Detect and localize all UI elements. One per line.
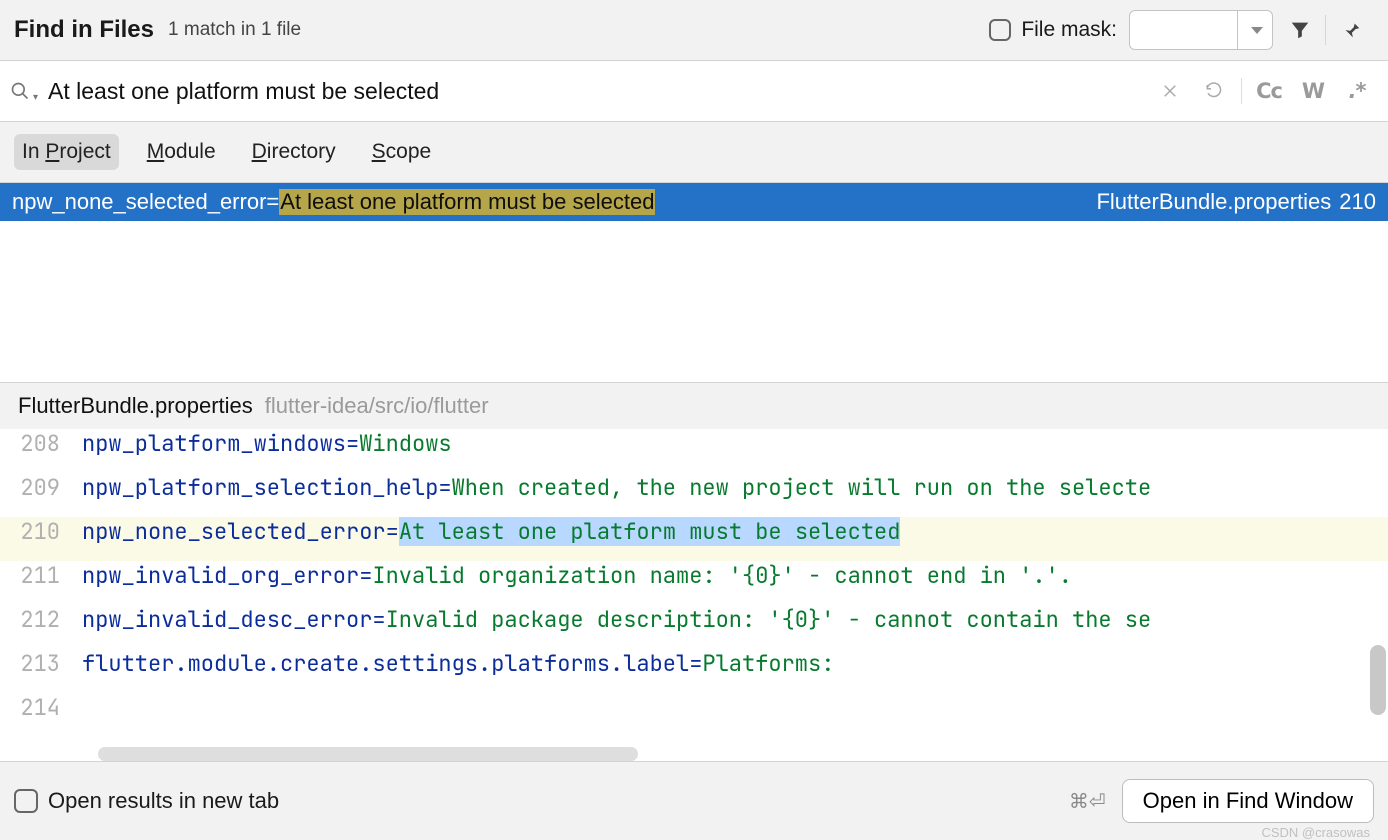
dialog-title: Find in Files (14, 16, 154, 44)
code-line[interactable]: 213flutter.module.create.settings.platfo… (0, 649, 1388, 693)
tab-in-project[interactable]: In Project (14, 134, 119, 170)
match-count: 1 match in 1 file (168, 19, 301, 41)
vertical-scrollbar[interactable] (1370, 645, 1386, 715)
code-content: npw_none_selected_error=At least one pla… (82, 517, 1388, 546)
preview-header: FlutterBundle.properties flutter-idea/sr… (0, 383, 1388, 429)
preview-file-name: FlutterBundle.properties (18, 393, 253, 419)
preview-file-path: flutter-idea/src/io/flutter (265, 393, 489, 419)
open-find-window-button[interactable]: Open in Find Window (1122, 779, 1374, 823)
file-mask-label: File mask: (1021, 18, 1117, 42)
result-eq: = (266, 189, 279, 215)
code-content: npw_platform_windows=Windows (82, 429, 1388, 458)
search-input[interactable] (40, 78, 1149, 105)
tab-module[interactable]: Module (139, 134, 224, 170)
search-row: ▾ Cc W .* (0, 61, 1388, 122)
footer-bar: Open results in new tab ⌘⏎ Open in Find … (0, 761, 1388, 840)
line-number: 213 (0, 649, 82, 678)
regex-button[interactable]: .* (1336, 73, 1378, 109)
results-list: npw_none_selected_error=At least one pla… (0, 183, 1388, 383)
result-key: npw_none_selected_error (12, 189, 266, 215)
result-row[interactable]: npw_none_selected_error=At least one pla… (0, 183, 1388, 221)
header-bar: Find in Files 1 match in 1 file File mas… (0, 0, 1388, 61)
code-content: npw_invalid_org_error=Invalid organizati… (82, 561, 1388, 590)
code-line[interactable]: 208npw_platform_windows=Windows (0, 429, 1388, 473)
code-line[interactable]: 209npw_platform_selection_help=When crea… (0, 473, 1388, 517)
match-case-button[interactable]: Cc (1248, 73, 1290, 109)
open-new-tab-label: Open results in new tab (48, 788, 279, 814)
header-separator (1325, 15, 1326, 45)
code-content: npw_platform_selection_help=When created… (82, 473, 1388, 502)
clear-search-icon[interactable] (1149, 73, 1191, 109)
line-number: 211 (0, 561, 82, 590)
open-new-tab-checkbox[interactable] (14, 789, 38, 813)
code-content: npw_invalid_desc_error=Invalid package d… (82, 605, 1388, 634)
line-number: 210 (0, 517, 82, 546)
filter-icon[interactable] (1277, 10, 1323, 50)
watermark: CSDN @crasowas (1261, 825, 1370, 840)
line-number: 212 (0, 605, 82, 634)
search-history-icon[interactable] (1193, 73, 1235, 109)
tab-scope[interactable]: Scope (364, 134, 440, 170)
line-number: 208 (0, 429, 82, 458)
pin-icon[interactable] (1328, 10, 1374, 50)
code-line[interactable]: 211npw_invalid_org_error=Invalid organiz… (0, 561, 1388, 605)
file-mask-checkbox[interactable] (989, 19, 1011, 41)
tool-separator (1241, 78, 1242, 104)
horizontal-scrollbar[interactable] (98, 747, 638, 761)
code-preview[interactable]: 208npw_platform_windows=Windows209npw_pl… (0, 429, 1388, 761)
search-icon[interactable]: ▾ (10, 81, 40, 101)
line-number: 209 (0, 473, 82, 502)
tab-directory[interactable]: Directory (244, 134, 344, 170)
scope-tabs: In Project Module Directory Scope (0, 122, 1388, 183)
code-line[interactable]: 210npw_none_selected_error=At least one … (0, 517, 1388, 561)
file-mask-combo[interactable] (1129, 10, 1273, 50)
line-number: 214 (0, 693, 82, 722)
code-content: flutter.module.create.settings.platforms… (82, 649, 1388, 678)
keyboard-shortcut: ⌘⏎ (1069, 789, 1106, 814)
code-line[interactable]: 212npw_invalid_desc_error=Invalid packag… (0, 605, 1388, 649)
result-file: FlutterBundle.properties (1096, 189, 1331, 215)
result-match-highlight: At least one platform must be selected (279, 189, 655, 215)
result-line: 210 (1339, 189, 1376, 215)
code-line[interactable]: 214 (0, 693, 1388, 737)
whole-words-button[interactable]: W (1292, 73, 1334, 109)
